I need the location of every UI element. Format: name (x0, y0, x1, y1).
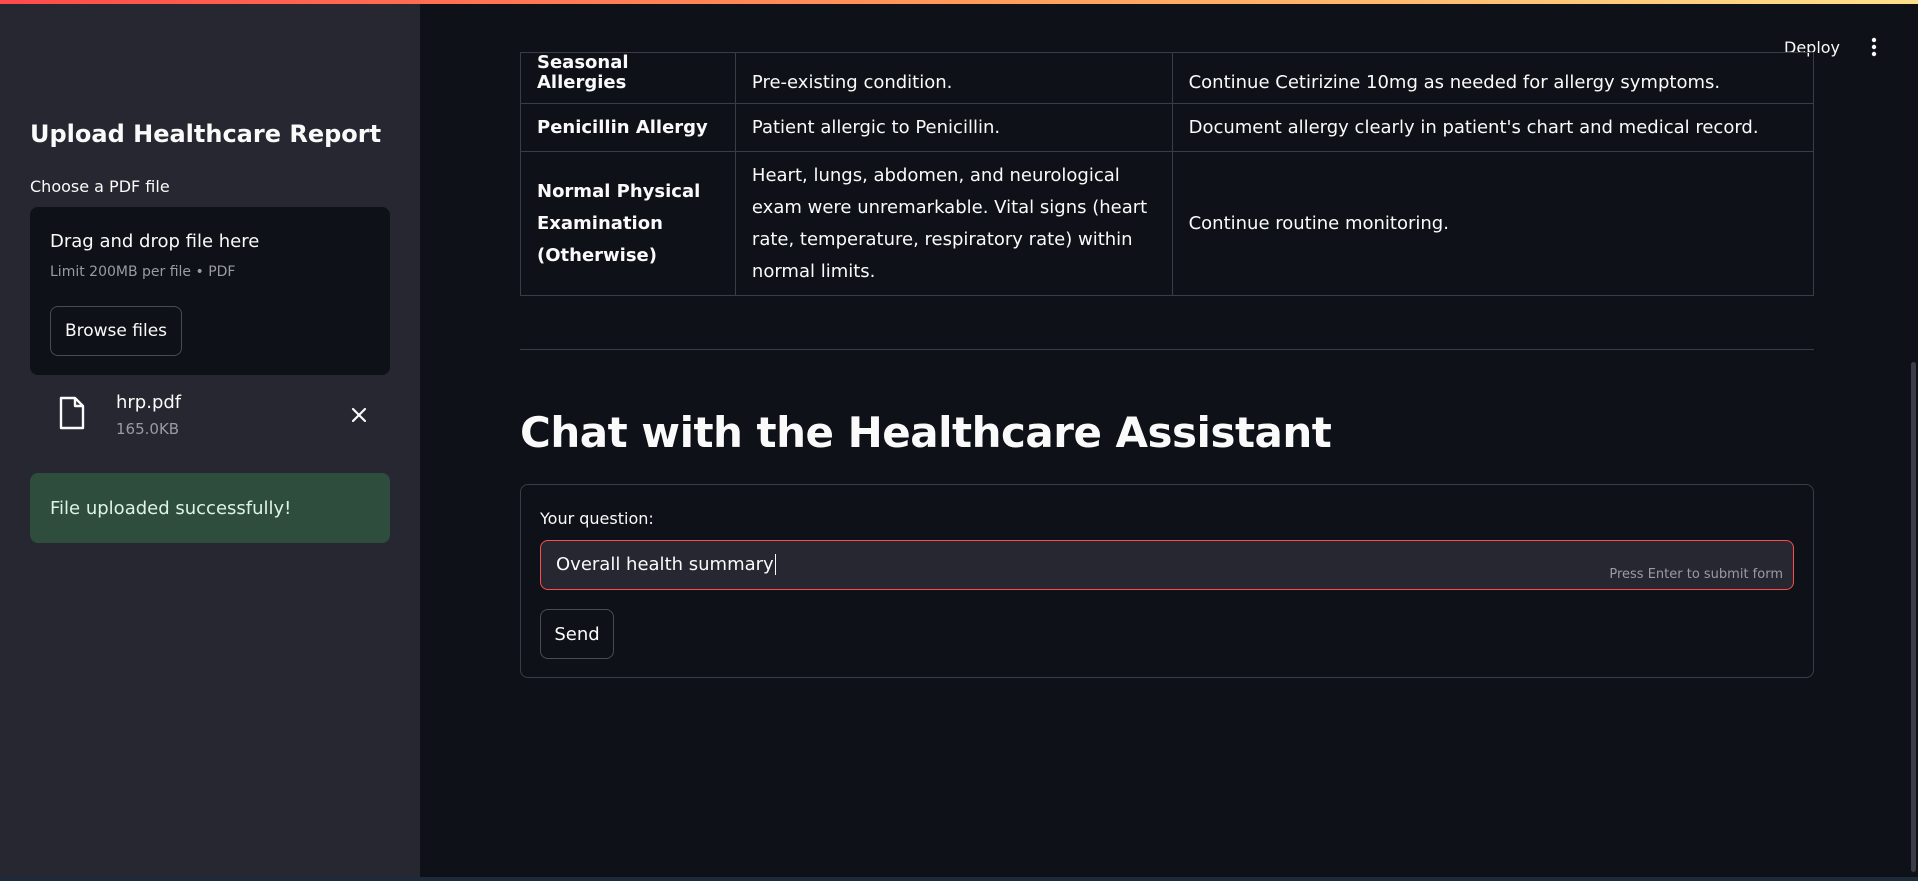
file-size: 165.0KB (116, 420, 180, 438)
sidebar-title: Upload Healthcare Report (30, 120, 382, 148)
top-decoration-stripe (0, 0, 1918, 4)
table-cell-recommendation: Continue routine monitoring. (1171, 151, 1815, 296)
main-scrollbar[interactable] (1911, 362, 1916, 872)
browse-files-button[interactable]: Browse files (50, 306, 182, 356)
file-name: hrp.pdf (116, 392, 182, 413)
question-input[interactable]: Overall health summary Press Enter to su… (540, 540, 1794, 590)
chat-form: Your question: Overall health summary Pr… (520, 484, 1814, 678)
table-cell-details: Pre-existing condition. (734, 52, 1173, 104)
close-icon[interactable] (346, 402, 372, 428)
section-divider (520, 349, 1814, 350)
upload-success-alert: File uploaded successfully! (30, 473, 390, 543)
dropzone-limit: Limit 200MB per file • PDF (50, 264, 236, 280)
table-cell-details: Patient allergic to Penicillin. (734, 103, 1173, 152)
table-row: Penicillin Allergy Patient allergic to P… (520, 103, 1815, 152)
table-cell-finding: Penicillin Allergy (520, 103, 736, 152)
findings-table: Seasonal Allergies Pre-existing conditio… (520, 52, 1815, 296)
bottom-edge (0, 877, 1918, 881)
file-icon (58, 396, 86, 430)
dropzone-title: Drag and drop file here (50, 231, 260, 252)
question-label: Your question: (540, 509, 654, 528)
chat-section-title: Chat with the Healthcare Assistant (520, 408, 1332, 457)
file-dropzone[interactable]: Drag and drop file here Limit 200MB per … (30, 207, 390, 375)
table-row: Normal Physical Examination (Otherwise) … (520, 151, 1815, 296)
send-button[interactable]: Send (540, 609, 614, 659)
table-cell-recommendation: Continue Cetirizine 10mg as needed for a… (1171, 52, 1815, 104)
table-cell-finding: Normal Physical Examination (Otherwise) (520, 151, 736, 296)
more-vert-icon[interactable] (1860, 30, 1888, 64)
sidebar: Upload Healthcare Report Choose a PDF fi… (0, 0, 420, 881)
uploader-label: Choose a PDF file (30, 177, 170, 196)
question-input-value: Overall health summary (556, 554, 776, 575)
table-cell-recommendation: Document allergy clearly in patient's ch… (1171, 103, 1815, 152)
uploaded-file-item: hrp.pdf 165.0KB (30, 386, 390, 446)
table-row: Seasonal Allergies Pre-existing conditio… (520, 52, 1815, 104)
submit-hint: Press Enter to submit form (1609, 567, 1783, 582)
table-cell-details: Heart, lungs, abdomen, and neurological … (734, 151, 1173, 296)
table-cell-finding: Seasonal Allergies (520, 52, 736, 104)
